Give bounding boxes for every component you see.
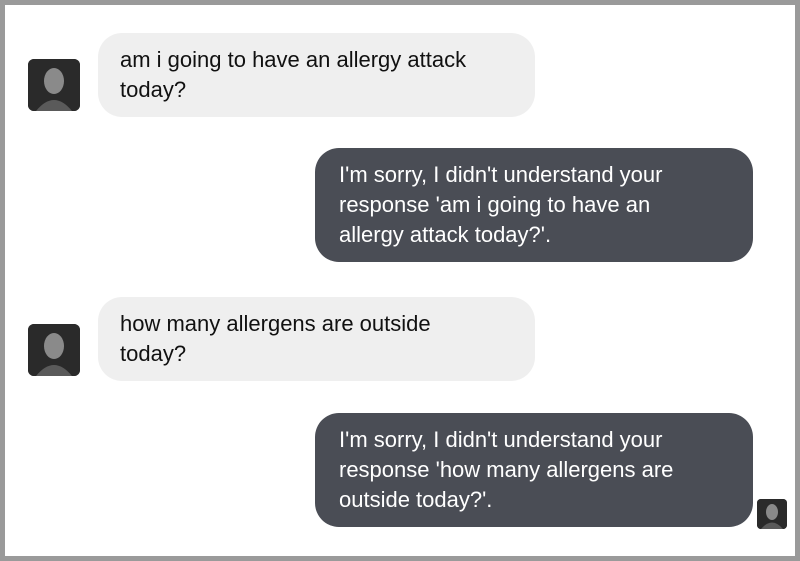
message-text-line: allergy attack today?'. — [339, 222, 552, 247]
message-text-line: how many allergens are outside — [120, 311, 431, 336]
message-text-line: outside today?'. — [339, 487, 493, 512]
bot-message-bubble: I'm sorry, I didn't understand your resp… — [315, 148, 753, 262]
message-text-line: response 'am i going to have an — [339, 192, 651, 217]
chat-window: am i going to have an allergy attack tod… — [5, 5, 795, 556]
user-message-bubble: am i going to have an allergy attack tod… — [98, 33, 535, 117]
user-message-bubble: how many allergens are outside today? — [98, 297, 535, 381]
message-text-line: today? — [120, 341, 187, 366]
user-avatar-icon — [28, 59, 80, 111]
bot-message-bubble: I'm sorry, I didn't understand your resp… — [315, 413, 753, 527]
message-text-line: am i going to have an allergy attack — [120, 47, 467, 72]
message-text-line: I'm sorry, I didn't understand your — [339, 427, 663, 452]
user-avatar-icon — [28, 324, 80, 376]
bot-avatar-icon — [757, 499, 787, 529]
message-text-line: response 'how many allergens are — [339, 457, 674, 482]
message-text-line: I'm sorry, I didn't understand your — [339, 162, 663, 187]
message-text-line: today? — [120, 77, 187, 102]
